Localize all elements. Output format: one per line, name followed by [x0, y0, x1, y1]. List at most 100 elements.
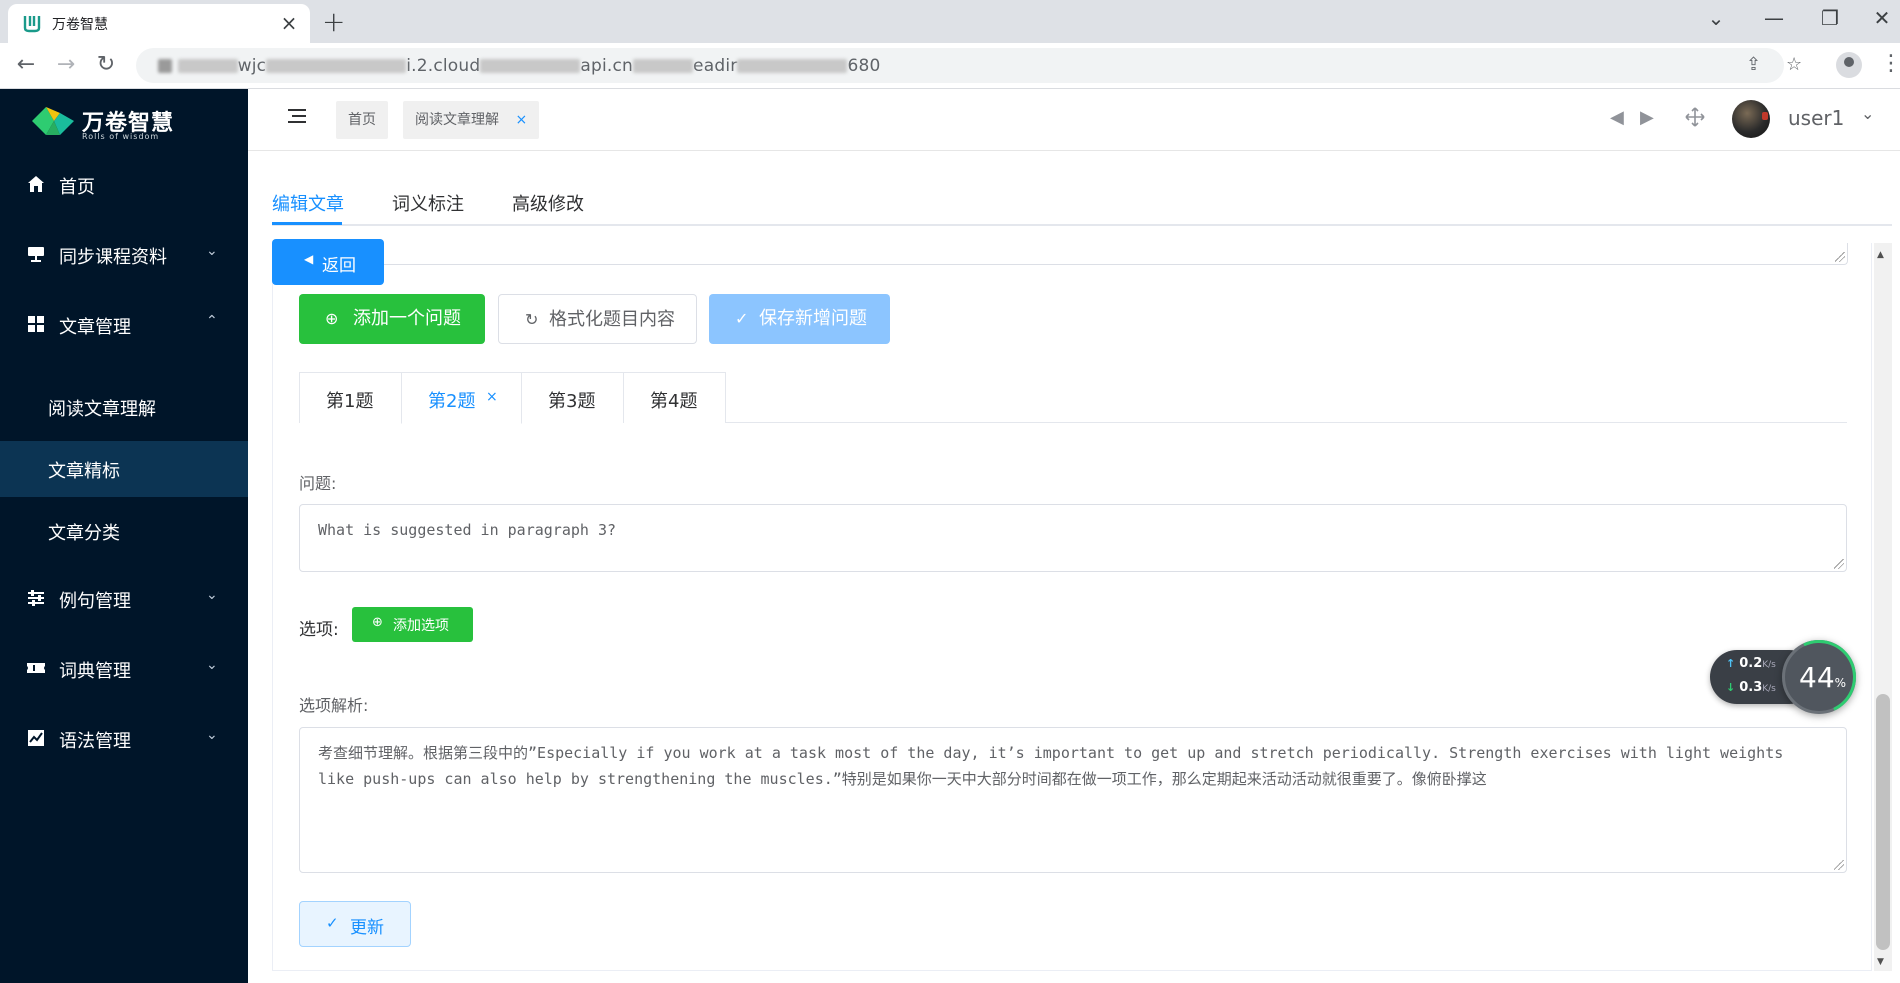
chevron-up-icon: ⌃	[206, 313, 218, 329]
back-button[interactable]: ◀ 返回	[272, 239, 384, 285]
tab-search-icon[interactable]: ⌄	[1700, 6, 1732, 30]
sidebar-subitem-article-annotation[interactable]: 文章精标	[0, 441, 248, 497]
add-question-button[interactable]: ⊕ 添加一个问题	[299, 294, 485, 344]
tag-reading-comprehension[interactable]: 阅读文章理解 ×	[403, 101, 540, 139]
url-fragment-3: api.cn	[580, 56, 634, 76]
restore-icon[interactable]: ❐	[1814, 6, 1846, 30]
sidebar-item-label: 同步课程资料	[59, 247, 167, 268]
scroll-left-icon[interactable]: ◀	[1610, 107, 1624, 128]
chevron-down-icon: ⌄	[206, 243, 218, 259]
sidebar-subitem-reading-comprehension[interactable]: 阅读文章理解	[0, 379, 248, 435]
hamburger-menu-icon[interactable]	[288, 109, 306, 125]
chevron-down-icon[interactable]: ⌄	[1861, 104, 1874, 123]
tag-home[interactable]: 首页	[336, 101, 388, 139]
update-button-label: 更新	[350, 918, 384, 938]
tab-advanced-edit[interactable]: 高级修改	[512, 190, 584, 216]
tab-edit-article[interactable]: 编辑文章	[272, 190, 344, 216]
options-label: 选项:	[299, 620, 339, 640]
question-tab-2[interactable]: 第2题 ×	[401, 372, 522, 424]
question-textarea[interactable]: What is suggested in paragraph 3?	[299, 504, 1847, 572]
sidebar-item-article-management[interactable]: 文章管理 ⌃	[0, 297, 248, 353]
resize-handle-icon[interactable]	[1834, 559, 1844, 569]
format-content-label: 格式化题目内容	[549, 309, 675, 330]
add-option-button[interactable]: ⊕ 添加选项	[352, 607, 473, 642]
fullscreen-icon[interactable]	[1684, 106, 1706, 128]
browser-tab-strip: 万卷智慧 × + ⌄ — ❐ ✕	[0, 0, 1900, 43]
profile-icon[interactable]	[1836, 52, 1862, 78]
question-label: 问题:	[299, 474, 337, 493]
scroll-right-icon[interactable]: ▶	[1640, 107, 1654, 128]
wanjuan-favicon-icon	[23, 16, 41, 33]
percent-sign: %	[1834, 676, 1847, 690]
question-tab-3[interactable]: 第3题	[521, 372, 624, 423]
back-button-label: 返回	[322, 256, 356, 276]
browser-tab[interactable]: 万卷智慧 ×	[8, 4, 310, 43]
upload-value: 0.2	[1739, 656, 1763, 671]
new-tab-icon[interactable]: +	[322, 5, 345, 38]
url-fragment-1: wjc	[237, 56, 267, 76]
chevron-down-icon: ⌄	[206, 727, 218, 743]
update-button[interactable]: ✓ 更新	[299, 901, 411, 947]
sliders-icon	[28, 590, 44, 606]
close-window-icon[interactable]: ✕	[1866, 6, 1898, 30]
upload-arrow-icon: ↑	[1726, 657, 1736, 670]
plus-circle-icon: ⊕	[372, 615, 383, 630]
sidebar-item-grammar-management[interactable]: 语法管理 ⌄	[0, 711, 248, 767]
scroll-down-arrow-icon[interactable]: ▼	[1877, 957, 1884, 967]
add-question-label: 添加一个问题	[353, 308, 461, 329]
sidebar-item-sentence-management[interactable]: 例句管理 ⌄	[0, 571, 248, 627]
sidebar-item-dictionary-management[interactable]: 词典管理 ⌄	[0, 641, 248, 697]
url-fragment-2: i.2.cloud	[406, 56, 481, 76]
share-icon[interactable]: ⇪	[1746, 54, 1761, 75]
question-text: What is suggested in paragraph 3?	[318, 521, 617, 539]
chevron-down-icon: ⌄	[206, 587, 218, 603]
scroll-up-arrow-icon[interactable]: ▲	[1877, 250, 1884, 260]
browser-menu-icon[interactable]: ⋮	[1880, 51, 1900, 76]
article-textarea-bottom[interactable]	[292, 243, 1848, 265]
format-content-button[interactable]: ↻ 格式化题目内容	[498, 294, 697, 344]
memory-usage-circle[interactable]: 44%	[1771, 629, 1867, 725]
sidebar-item-label: 语法管理	[59, 731, 131, 752]
sidebar-subitem-label: 文章精标	[48, 461, 120, 482]
question-tab-4[interactable]: 第4题	[623, 372, 726, 423]
sidebar-item-course-materials[interactable]: 同步课程资料 ⌄	[0, 227, 248, 283]
bookmark-star-icon[interactable]: ☆	[1786, 54, 1802, 75]
question-tab-label: 第3题	[548, 391, 596, 412]
browser-toolbar: ← → ↻ wjc i.2.cloud api.cn eadir 680 ⇪ ☆ ⋮	[0, 43, 1900, 89]
username[interactable]: user1	[1788, 106, 1844, 130]
active-tab-indicator	[272, 222, 342, 225]
question-tab-1[interactable]: 第1题	[299, 372, 402, 423]
tag-label: 首页	[348, 112, 376, 128]
sidebar-item-home[interactable]: 首页	[0, 157, 248, 213]
reload-icon[interactable]: ↻	[92, 52, 120, 77]
minimize-icon[interactable]: —	[1758, 6, 1790, 30]
close-question-tab-icon[interactable]: ×	[486, 389, 498, 405]
logo: 万卷智慧 Rolls of wisdom	[30, 99, 210, 143]
address-bar[interactable]: wjc i.2.cloud api.cn eadir 680 ⇪ ☆	[136, 48, 1802, 83]
avatar[interactable]	[1732, 100, 1770, 138]
save-question-button[interactable]: ✓ 保存新增问题	[709, 294, 890, 344]
url-fragment-4: eadir	[693, 56, 738, 76]
sidebar-subitem-label: 文章分类	[48, 523, 120, 544]
resize-handle-icon[interactable]	[1834, 860, 1844, 870]
plus-circle-icon: ⊕	[325, 309, 339, 328]
ticket-icon	[27, 663, 45, 673]
tab-word-sense[interactable]: 词义标注	[392, 190, 464, 216]
question-tab-label: 第1题	[326, 391, 374, 412]
grid-icon	[28, 316, 44, 332]
sidebar-subitem-label: 阅读文章理解	[48, 399, 156, 420]
sidebar: 万卷智慧 Rolls of wisdom 首页 同步课程资料 ⌄ 文章管理 ⌃ …	[0, 89, 248, 983]
browser-tab-title: 万卷智慧	[52, 17, 108, 33]
forward-icon[interactable]: →	[52, 52, 80, 77]
sidebar-subitem-article-category[interactable]: 文章分类	[0, 503, 248, 559]
close-tag-icon[interactable]: ×	[515, 112, 527, 128]
chart-icon	[28, 730, 44, 746]
usage-percent: 44%	[1799, 661, 1846, 694]
scrollbar-thumb[interactable]	[1876, 694, 1890, 950]
analysis-textarea[interactable]: 考查细节理解。根据第三段中的”Especially if you work at…	[299, 727, 1847, 873]
resize-handle-icon[interactable]	[1835, 252, 1845, 262]
sidebar-item-label: 例句管理	[59, 591, 131, 612]
close-tab-icon[interactable]: ×	[278, 11, 300, 35]
tag-label: 阅读文章理解	[415, 112, 499, 128]
back-icon[interactable]: ←	[12, 52, 40, 77]
